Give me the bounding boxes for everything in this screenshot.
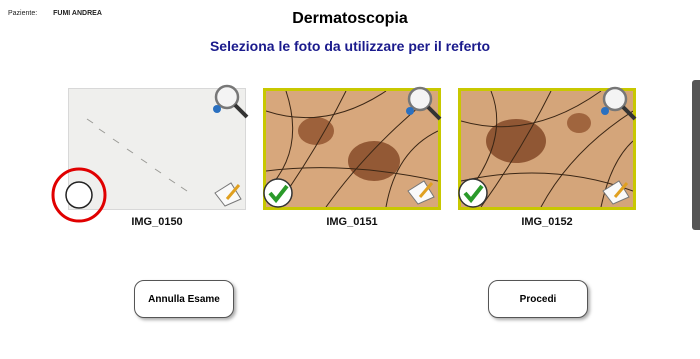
note-pencil-icon[interactable] (406, 177, 436, 205)
checkmark-icon[interactable] (262, 177, 294, 209)
cancel-exam-button[interactable]: Annulla Esame (134, 280, 234, 318)
zoom-magnifier-icon[interactable] (597, 85, 639, 123)
note-pencil-icon[interactable] (601, 177, 631, 205)
photo-card-1[interactable] (51, 84, 249, 223)
checkmark-icon[interactable] (457, 177, 489, 209)
zoom-magnifier-icon[interactable] (209, 83, 251, 121)
proceed-button[interactable]: Procedi (488, 280, 588, 318)
gallery-scrollbar[interactable] (692, 80, 700, 230)
photo-caption-2: IMG_0151 (326, 216, 378, 228)
photo-card-2[interactable] (262, 85, 444, 210)
note-pencil-icon[interactable] (213, 179, 243, 207)
photo-caption-3: IMG_0152 (521, 216, 573, 228)
page-title: Dermatoscopia (292, 10, 408, 27)
photo-caption-1: IMG_0150 (131, 216, 183, 228)
page-subtitle: Seleziona le foto da utilizzare per il r… (209, 38, 491, 54)
photo-card-3[interactable] (457, 85, 639, 210)
zoom-magnifier-icon[interactable] (402, 85, 444, 123)
